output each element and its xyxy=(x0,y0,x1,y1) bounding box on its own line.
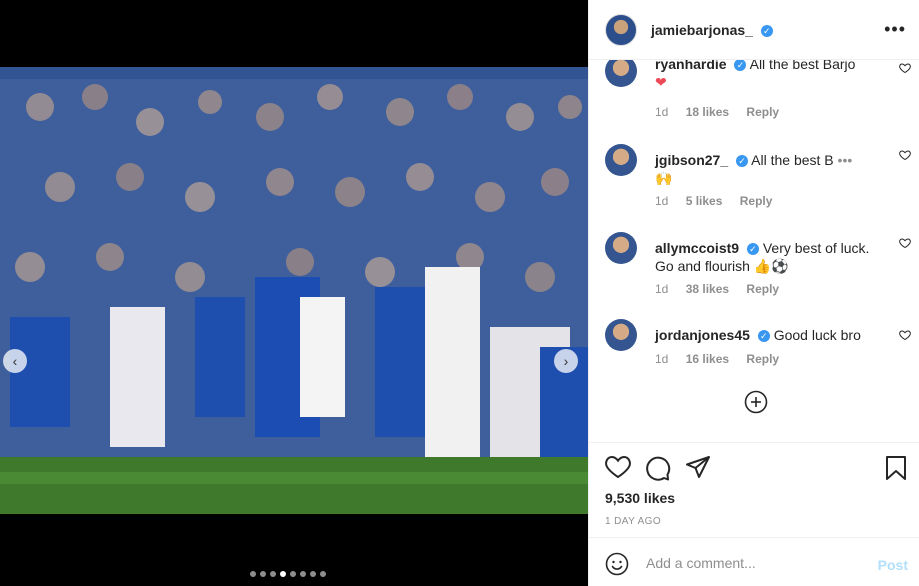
author-username-wrap: jamiebarjonas_ ✓ xyxy=(651,22,773,38)
emoji-picker-button[interactable] xyxy=(605,552,629,581)
comment-text: jordanjones45 ✓ Good luck bro xyxy=(655,326,883,344)
chevron-left-icon: ‹ xyxy=(12,353,18,369)
comment-age: 1d xyxy=(655,282,669,296)
reply-button[interactable]: Reply xyxy=(746,282,779,296)
add-comment-bar: Post xyxy=(589,537,919,586)
like-button[interactable] xyxy=(605,455,631,484)
comment-button[interactable] xyxy=(645,455,671,486)
thumbs-up-soccer-emoji: 👍⚽ xyxy=(753,258,789,274)
post-comment-button[interactable]: Post xyxy=(878,557,908,573)
carousel-dots xyxy=(250,571,326,577)
carousel-dot xyxy=(280,571,286,577)
verified-badge-icon: ✓ xyxy=(760,24,773,37)
comment-age: 1d xyxy=(655,194,669,208)
like-comment-icon[interactable] xyxy=(899,329,911,341)
reply-button[interactable]: Reply xyxy=(746,105,779,119)
comment-text: jgibson27_ ✓ All the best B ••• 🙌 xyxy=(655,151,883,187)
verified-badge-icon: ✓ xyxy=(736,155,749,168)
post-timestamp[interactable]: 1 DAY AGO xyxy=(605,516,661,527)
comment-age: 1d xyxy=(655,352,669,366)
football-celebration-image xyxy=(0,67,588,514)
comment-avatar[interactable] xyxy=(605,60,637,87)
post-media: ‹ › xyxy=(0,0,588,586)
author-avatar[interactable] xyxy=(605,13,637,46)
share-button[interactable] xyxy=(685,455,711,484)
previous-image-button[interactable]: ‹ xyxy=(3,349,27,373)
plus-circle-icon xyxy=(744,390,768,414)
verified-badge-icon: ✓ xyxy=(757,330,770,343)
save-button[interactable] xyxy=(885,455,907,486)
heart-icon xyxy=(605,455,631,479)
comment-username[interactable]: jordanjones45 xyxy=(655,327,750,343)
comment-username[interactable]: jgibson27_ xyxy=(655,152,728,168)
reply-button[interactable]: Reply xyxy=(740,194,773,208)
comments-list: ryanhardie ✓ All the best Barjo ❤ 1d 18 … xyxy=(589,60,919,442)
carousel-dot xyxy=(310,571,316,577)
comment-icon xyxy=(646,456,671,481)
comment-likes[interactable]: 5 likes xyxy=(686,194,723,208)
post-header: jamiebarjonas_ ✓ ••• xyxy=(589,0,919,60)
comment-body: Good luck bro xyxy=(773,327,861,343)
post-sidebar: jamiebarjonas_ ✓ ••• ryanhardie ✓ All th… xyxy=(588,0,919,586)
next-image-button[interactable]: › xyxy=(554,349,578,373)
comment-username[interactable]: allymccoist9 xyxy=(655,240,739,256)
bookmark-icon xyxy=(886,456,906,480)
like-comment-icon[interactable] xyxy=(899,237,911,249)
red-heart-emoji: ❤ xyxy=(655,74,667,90)
comment-age: 1d xyxy=(655,105,669,119)
post-photo[interactable]: ‹ › xyxy=(0,67,588,514)
carousel-dot xyxy=(300,571,306,577)
comment-likes[interactable]: 16 likes xyxy=(686,352,729,366)
author-username[interactable]: jamiebarjonas_ xyxy=(651,22,753,38)
comment-meta: 1d 18 likes Reply xyxy=(655,105,793,119)
comment-avatar[interactable] xyxy=(605,319,637,351)
comment-avatar[interactable] xyxy=(605,232,637,264)
chevron-right-icon: › xyxy=(563,353,569,369)
comment-avatar[interactable] xyxy=(605,144,637,176)
carousel-dot xyxy=(290,571,296,577)
comment-more-icon[interactable]: ••• xyxy=(838,152,853,168)
smile-icon xyxy=(605,552,629,576)
like-comment-icon[interactable] xyxy=(899,149,911,161)
load-more-comments-button[interactable] xyxy=(744,390,768,419)
comment-likes[interactable]: 38 likes xyxy=(686,282,729,296)
like-comment-icon[interactable] xyxy=(899,62,911,74)
comment-meta: 1d 16 likes Reply xyxy=(655,352,793,366)
comment-body: All the best Barjo xyxy=(749,60,856,72)
carousel-dot xyxy=(320,571,326,577)
carousel-dot xyxy=(270,571,276,577)
comment-text: allymccoist9 ✓ Very best of luck. Go and… xyxy=(655,239,883,275)
verified-badge-icon: ✓ xyxy=(734,60,747,72)
reply-button[interactable]: Reply xyxy=(746,352,779,366)
post-actions: 9,530 likes 1 DAY AGO xyxy=(589,442,919,534)
likes-count[interactable]: 9,530 likes xyxy=(605,490,675,506)
comment-meta: 1d 38 likes Reply xyxy=(655,282,793,296)
comment-meta: 1d 5 likes Reply xyxy=(655,194,786,208)
more-options-icon[interactable]: ••• xyxy=(884,20,906,38)
comment-text: ryanhardie ✓ All the best Barjo ❤ xyxy=(655,60,883,91)
carousel-dot xyxy=(260,571,266,577)
share-icon xyxy=(686,456,710,478)
comment-body: All the best B xyxy=(751,152,834,168)
comment-likes[interactable]: 18 likes xyxy=(686,105,729,119)
comment-input[interactable] xyxy=(646,553,856,573)
comment-username[interactable]: ryanhardie xyxy=(655,60,727,72)
verified-badge-icon: ✓ xyxy=(746,243,759,256)
raised-hands-emoji: 🙌 xyxy=(655,170,673,186)
carousel-dot xyxy=(250,571,256,577)
